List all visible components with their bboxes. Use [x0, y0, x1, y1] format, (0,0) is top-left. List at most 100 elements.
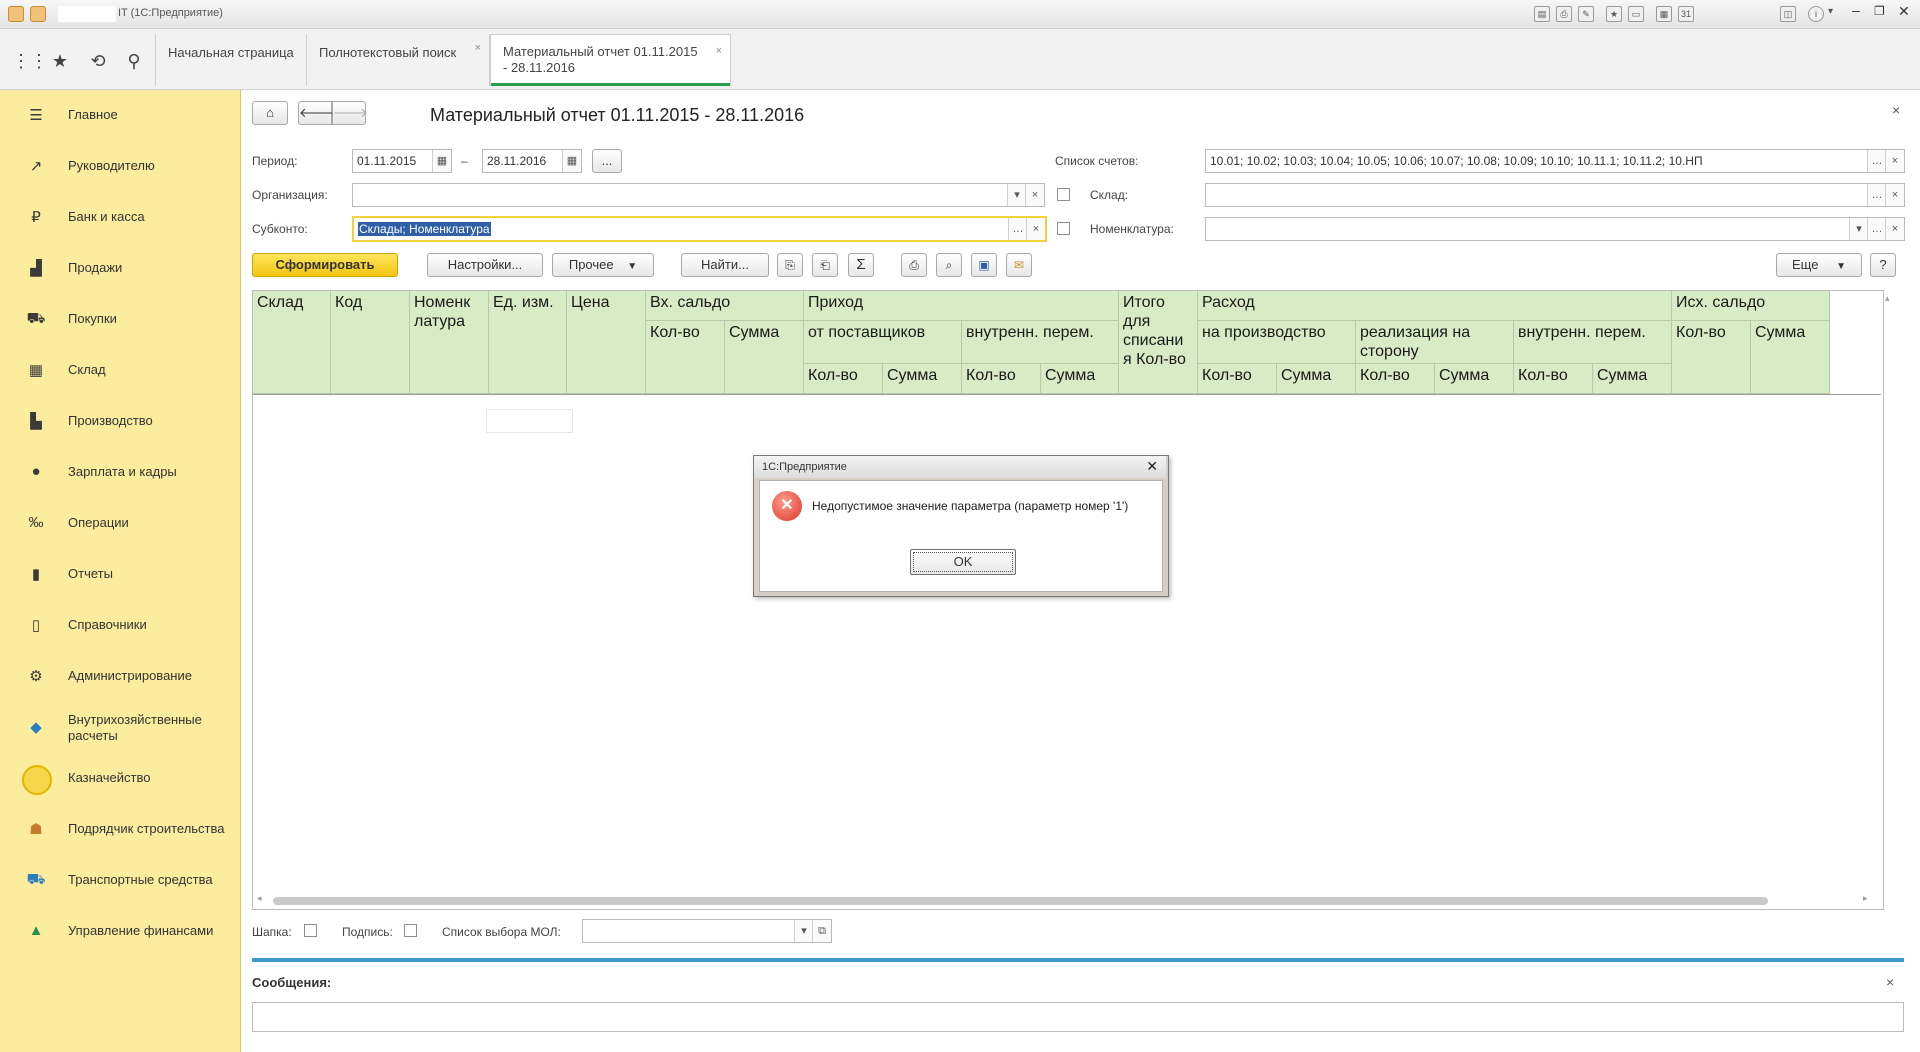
sum-icon[interactable]: Σ — [848, 253, 874, 277]
calendar-icon[interactable]: 31 — [1678, 6, 1694, 22]
clear-icon[interactable]: × — [1025, 184, 1044, 206]
chevron-down-icon[interactable]: ▾ — [1849, 218, 1868, 240]
redacted-block — [58, 6, 116, 22]
shapka-checkbox[interactable] — [304, 924, 317, 937]
minimize-icon[interactable]: – — [1852, 2, 1860, 18]
active-cell[interactable] — [486, 409, 573, 433]
sidebar-item-sales[interactable]: ▟ Продажи — [0, 249, 240, 289]
sidebar-item-manager[interactable]: ↗ Руководителю — [0, 147, 240, 187]
back-button[interactable]: 🡐 — [298, 101, 334, 125]
sidebar-item-warehouse[interactable]: ▦ Склад — [0, 351, 240, 391]
sidebar-item-references[interactable]: ▯ Справочники — [0, 606, 240, 646]
nomenclature-field[interactable]: ▾ … × — [1205, 217, 1905, 241]
favorites-star-icon[interactable]: ★ — [48, 49, 72, 73]
sidebar-item-purchases[interactable]: ⛟ Покупки — [0, 300, 240, 340]
panel-icon[interactable]: ◫ — [1780, 6, 1796, 22]
organization-field[interactable]: ▾ × — [352, 183, 1045, 207]
restore-icon[interactable]: ❐ — [1874, 4, 1885, 18]
info-icon[interactable]: i — [1808, 6, 1824, 22]
other-button[interactable]: Прочее ▼ — [552, 253, 654, 277]
form-close-icon[interactable]: × — [1892, 102, 1900, 118]
search-icon[interactable]: ⚲ — [122, 49, 146, 73]
clear-icon[interactable]: × — [1885, 218, 1904, 240]
star-icon[interactable]: ★ — [1606, 6, 1622, 22]
sidebar-item-main[interactable]: ☰ Главное — [0, 96, 240, 136]
generate-button[interactable]: Сформировать — [252, 253, 398, 277]
truck-icon: ⛟ — [26, 871, 46, 888]
more-button[interactable]: Еще ▼ — [1776, 253, 1862, 277]
calculator-icon[interactable]: ▦ — [1656, 6, 1672, 22]
mol-select-field[interactable]: ▾ ⧉ — [582, 919, 832, 943]
tab-start-page[interactable]: Начальная страница — [155, 34, 307, 86]
messages-area[interactable] — [252, 1002, 1904, 1032]
accounts-field[interactable]: 10.01; 10.02; 10.03; 10.04; 10.05; 10.06… — [1205, 149, 1905, 173]
scroll-up-icon[interactable]: ▴ — [1885, 293, 1890, 304]
mail-icon[interactable]: ✉ — [1006, 253, 1032, 277]
print-icon[interactable]: ⎙ — [901, 253, 927, 277]
help-button[interactable]: ? — [1870, 253, 1896, 277]
clear-icon[interactable]: × — [1885, 184, 1904, 206]
clear-icon[interactable]: × — [1885, 150, 1904, 172]
sidebar-item-production[interactable]: ▙ Производство — [0, 402, 240, 442]
copy-icon[interactable]: ⎘ — [777, 253, 803, 277]
messages-close-icon[interactable]: × — [1886, 974, 1894, 990]
period-select-button[interactable]: ... — [592, 149, 622, 173]
chevron-down-icon[interactable]: ▾ — [794, 920, 813, 942]
chevron-down-icon: ▼ — [627, 261, 638, 272]
ok-button[interactable]: OK — [910, 549, 1016, 575]
select-more-icon[interactable]: … — [1867, 150, 1886, 172]
sidebar-item-treasury[interactable]: Казначейство — [0, 759, 240, 799]
calendar-icon[interactable]: ▦ — [562, 150, 581, 172]
info-dropdown-icon[interactable]: ▾ — [1828, 6, 1833, 17]
sidebar-item-bank[interactable]: ₽ Банк и касса — [0, 198, 240, 238]
tab-close-icon[interactable]: × — [475, 42, 481, 54]
sidebar-item-contractor[interactable]: ☗ Подрядчик строительства — [0, 810, 240, 850]
select-more-icon[interactable]: … — [1867, 184, 1886, 206]
header-bottom-divider — [253, 394, 1881, 395]
warehouse-field[interactable]: … × — [1205, 183, 1905, 207]
sidebar-item-operations[interactable]: ‰ Операции — [0, 504, 240, 544]
select-more-icon[interactable]: … — [1008, 218, 1027, 240]
tab-fulltext-search[interactable]: Полнотекстовый поиск × — [307, 34, 490, 86]
sidebar-item-admin[interactable]: ⚙ Администрирование — [0, 657, 240, 697]
tool-icon-1[interactable]: ▤ — [1534, 6, 1550, 22]
date-from-field[interactable]: 01.11.2015 ▦ — [352, 149, 452, 173]
report-spreadsheet[interactable]: Склад Код Номенк латура Ед. изм. Цена Вх… — [252, 290, 1890, 910]
tool-icon-3[interactable]: ✎ — [1578, 6, 1594, 22]
date-to-field[interactable]: 28.11.2016 ▦ — [482, 149, 582, 173]
sidebar-item-reports[interactable]: ▮ Отчеты — [0, 555, 240, 595]
tool-icon-5[interactable]: ▭ — [1628, 6, 1644, 22]
dialog-close-icon[interactable]: ✕ — [1146, 458, 1158, 475]
settings-button[interactable]: Настройки... — [427, 253, 543, 277]
scroll-left-icon[interactable]: ◂ — [257, 893, 262, 904]
shapka-label: Шапка: — [252, 925, 292, 939]
subkonto-field[interactable]: Склады; Номенклатура … × — [352, 216, 1047, 242]
tab-material-report[interactable]: Материальный отчет 01.11.2015 - 28.11.20… — [490, 34, 731, 86]
horizontal-scrollbar[interactable] — [273, 897, 1768, 905]
sidebar-item-finance[interactable]: ▲ Управление финансами — [0, 912, 240, 952]
paste-icon[interactable]: ⎗ — [812, 253, 838, 277]
podpis-checkbox[interactable] — [404, 924, 417, 937]
sidebar-item-vehicles[interactable]: ⛟ Транспортные средства — [0, 861, 240, 901]
nomenclature-checkbox[interactable] — [1057, 222, 1070, 235]
open-icon[interactable]: ⧉ — [812, 920, 831, 942]
tab-close-icon[interactable]: × — [716, 43, 722, 59]
history-icon[interactable]: ⟲ — [86, 49, 110, 73]
forward-button[interactable]: 🡒 — [332, 101, 368, 125]
scroll-right-icon[interactable]: ▸ — [1863, 893, 1868, 904]
preview-icon[interactable]: ⌕ — [936, 253, 962, 277]
sidebar-item-internal-settlements[interactable]: ◆ Внутрихозяйственные расчеты — [0, 708, 240, 754]
find-button[interactable]: Найти... — [681, 253, 769, 277]
apps-grid-icon[interactable]: ⋮⋮ — [12, 49, 48, 73]
chevron-down-icon[interactable]: ▾ — [1007, 184, 1026, 206]
clear-icon[interactable]: × — [1026, 218, 1045, 240]
home-button[interactable]: ⌂ — [252, 101, 288, 125]
calendar-icon[interactable]: ▦ — [432, 150, 451, 172]
print-icon[interactable]: ⎙ — [1556, 6, 1572, 22]
save-icon[interactable]: ▣ — [971, 253, 997, 277]
sidebar-item-salary[interactable]: ● Зарплата и кадры — [0, 453, 240, 493]
close-icon[interactable]: ✕ — [1898, 3, 1910, 20]
select-more-icon[interactable]: … — [1867, 218, 1886, 240]
warehouse-checkbox[interactable] — [1057, 188, 1070, 201]
app-menu-icon[interactable] — [30, 6, 46, 22]
